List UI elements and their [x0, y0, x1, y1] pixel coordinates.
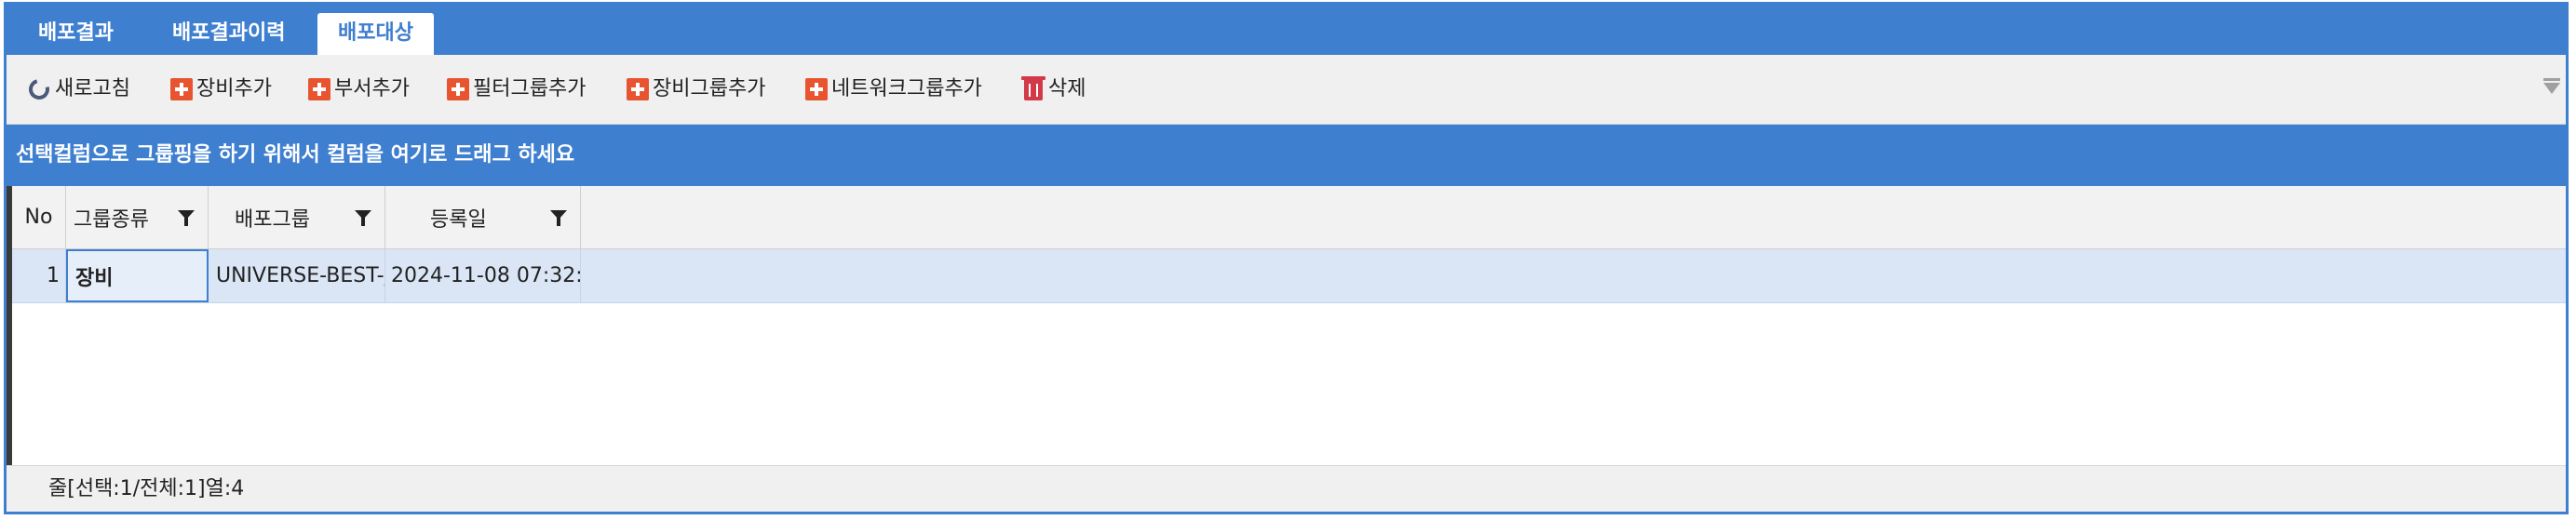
tab-deploy-result-history[interactable]: 배포결과이력 — [152, 13, 305, 55]
cell-date[interactable]: 2024-11-08 07:32:10 — [385, 249, 581, 302]
column-label: No — [24, 206, 53, 229]
plus-icon — [627, 78, 649, 100]
status-bar: 줄[선택:1/전체:1]열:4 — [7, 465, 2566, 512]
cell-group[interactable]: UNIVERSE-BEST-J — [209, 249, 385, 302]
plus-icon — [170, 78, 193, 100]
add-device-group-button[interactable]: 장비그룹추가 — [627, 73, 765, 106]
plus-icon — [308, 78, 330, 100]
refresh-button[interactable]: 새로고침 — [24, 73, 130, 106]
tab-deploy-result[interactable]: 배포결과 — [18, 13, 134, 55]
filter-icon[interactable] — [355, 210, 371, 226]
add-filter-group-button[interactable]: 필터그룹추가 — [447, 73, 586, 106]
column-header-type[interactable]: 그룹종류 — [66, 186, 209, 248]
trash-icon — [1021, 76, 1045, 100]
refresh-label: 새로고침 — [55, 77, 130, 100]
filter-icon[interactable] — [178, 210, 195, 226]
result-panel: 배포결과 배포결과이력 배포대상 새로고침 장비추가 부서추가 필터그룹추가 장… — [4, 2, 2569, 514]
plus-icon — [447, 78, 469, 100]
tab-deploy-target[interactable]: 배포대상 — [317, 13, 434, 55]
column-label: 등록일 — [430, 207, 487, 232]
tab-bar: 배포결과 배포결과이력 배포대상 — [7, 5, 2566, 55]
filter-icon[interactable] — [550, 210, 567, 226]
data-grid: No 그룹종류 배포그룹 등록일 1 장비 UNIVERSE-BEST-J 20… — [7, 186, 2566, 465]
column-label: 그룹종류 — [74, 207, 149, 232]
cell-type[interactable]: 장비 — [66, 249, 209, 302]
add-filter-group-label: 필터그룹추가 — [473, 77, 587, 100]
add-network-group-button[interactable]: 네트워크그룹추가 — [805, 73, 982, 106]
group-panel[interactable]: 선택컬럼으로 그룹핑을 하기 위해서 컬럼을 여기로 드래그 하세요 — [7, 125, 2566, 186]
column-header-no[interactable]: No — [12, 186, 66, 248]
delete-button[interactable]: 삭제 — [1021, 73, 1086, 106]
column-label: 배포그룹 — [235, 207, 310, 232]
dropdown-icon[interactable] — [2543, 78, 2560, 94]
add-dept-button[interactable]: 부서추가 — [308, 73, 410, 106]
add-device-group-label: 장비그룹추가 — [653, 77, 766, 100]
table-row[interactable]: 1 장비 UNIVERSE-BEST-J 2024-11-08 07:32:10 — [12, 249, 2566, 303]
add-device-label: 장비추가 — [196, 77, 272, 100]
row-number: 1 — [12, 249, 66, 302]
plus-icon — [805, 78, 828, 100]
refresh-icon — [24, 74, 54, 104]
column-header-group[interactable]: 배포그룹 — [209, 186, 385, 248]
add-device-button[interactable]: 장비추가 — [170, 73, 272, 106]
grid-header: No 그룹종류 배포그룹 등록일 — [12, 186, 2566, 249]
delete-label: 삭제 — [1048, 77, 1086, 100]
add-network-group-label: 네트워크그룹추가 — [831, 77, 982, 100]
toolbar: 새로고침 장비추가 부서추가 필터그룹추가 장비그룹추가 네트워크그룹추가 삭제 — [7, 55, 2566, 125]
add-dept-label: 부서추가 — [334, 77, 410, 100]
column-header-date[interactable]: 등록일 — [385, 186, 581, 248]
